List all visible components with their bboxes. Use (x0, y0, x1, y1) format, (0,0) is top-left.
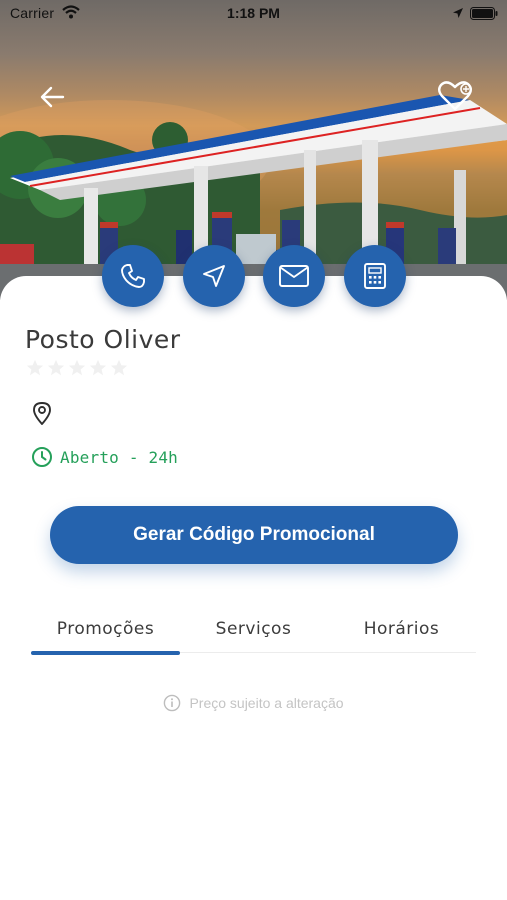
tab-horarios[interactable]: Horários (327, 619, 476, 639)
price-notice-text: Preço sujeito a alteração (189, 695, 344, 711)
info-icon (164, 694, 181, 712)
tab-bar: Promoções Serviços Horários (31, 605, 476, 655)
price-notice: Preço sujeito a alteração (0, 694, 507, 712)
arrow-left-icon[interactable] (36, 82, 68, 112)
star-icon (110, 359, 128, 376)
map-pin-icon (33, 402, 51, 425)
tab-servicos[interactable]: Serviços (179, 619, 328, 639)
star-icon (47, 359, 65, 376)
email-button[interactable] (263, 245, 325, 307)
tab-promocoes[interactable]: Promoções (31, 619, 180, 639)
star-icon (68, 359, 86, 376)
phone-icon (121, 264, 145, 288)
directions-button[interactable] (183, 245, 245, 307)
hours-label: Aberto - 24h (60, 447, 178, 467)
opening-hours: Aberto - 24h (31, 446, 178, 468)
active-tab-indicator (31, 651, 180, 655)
calculator-icon (364, 263, 386, 289)
star-icon (26, 359, 44, 376)
generate-promo-code-button[interactable]: Gerar Código Promocional (50, 506, 458, 564)
status-bar: Carrier 1:18 PM (0, 0, 507, 28)
battery-icon (470, 7, 498, 20)
heart-icon[interactable] (436, 79, 474, 113)
action-bar (0, 245, 507, 309)
location-arrow-icon (453, 8, 463, 18)
rating-stars (26, 359, 128, 377)
calculator-button[interactable] (344, 245, 406, 307)
mail-icon (279, 265, 309, 287)
station-name: Posto Oliver (25, 325, 181, 354)
clock-icon (32, 447, 52, 467)
call-button[interactable] (102, 245, 164, 307)
navigation-icon (203, 265, 225, 287)
star-icon (89, 359, 107, 376)
status-time: 1:18 PM (227, 5, 280, 21)
